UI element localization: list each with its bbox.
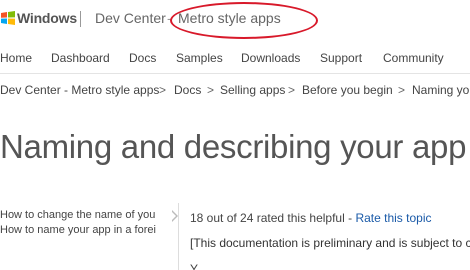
nav-support[interactable]: Support	[320, 51, 362, 65]
page: Windows Dev Center - Metro style apps Ho…	[0, 0, 470, 270]
dev-center-link[interactable]: Dev Center	[95, 10, 166, 26]
breadcrumb-dev-center[interactable]: Dev Center - Metro style apps	[0, 83, 159, 97]
nav-community[interactable]: Community	[383, 51, 444, 65]
body-text-fragment: Y	[190, 262, 199, 270]
site-header: Windows Dev Center - Metro style apps	[0, 0, 470, 40]
breadcrumb-separator: >	[288, 83, 296, 97]
content-divider	[178, 203, 179, 270]
toc-item-change-name[interactable]: How to change the name of you	[0, 208, 170, 223]
metro-style-apps-label[interactable]: Metro style apps	[178, 10, 281, 26]
rating-text: 18 out of 24 rated this helpful -	[190, 211, 356, 225]
breadcrumb-separator: >	[207, 83, 215, 97]
breadcrumb-before-you-begin[interactable]: Before you begin	[302, 83, 393, 97]
table-of-contents: How to change the name of you How to nam…	[0, 208, 170, 238]
page-title: Naming and describing your app	[0, 128, 467, 165]
nav-home[interactable]: Home	[0, 51, 32, 65]
breadcrumb-separator: >	[398, 83, 406, 97]
nav-dashboard[interactable]: Dashboard	[51, 51, 110, 65]
rating-line: 18 out of 24 rated this helpful - Rate t…	[190, 211, 432, 225]
toc-item-name-foreign[interactable]: How to name your app in a forei	[0, 223, 170, 238]
nav-divider	[0, 73, 470, 74]
windows-brand-text[interactable]: Windows	[17, 10, 77, 26]
breadcrumb-separator: >	[159, 83, 167, 97]
header-separator: -	[167, 10, 172, 26]
nav-docs[interactable]: Docs	[129, 51, 156, 65]
preliminary-notice: [This documentation is preliminary and i…	[190, 236, 470, 250]
breadcrumb-naming[interactable]: Naming yo	[412, 83, 469, 97]
nav-downloads[interactable]: Downloads	[241, 51, 300, 65]
header-divider	[80, 11, 81, 27]
nav-samples[interactable]: Samples	[176, 51, 223, 65]
windows-logo-icon[interactable]	[1, 11, 15, 25]
breadcrumb-selling-apps[interactable]: Selling apps	[220, 83, 285, 97]
rate-this-topic-link[interactable]: Rate this topic	[355, 211, 431, 225]
breadcrumb-docs[interactable]: Docs	[174, 83, 201, 97]
